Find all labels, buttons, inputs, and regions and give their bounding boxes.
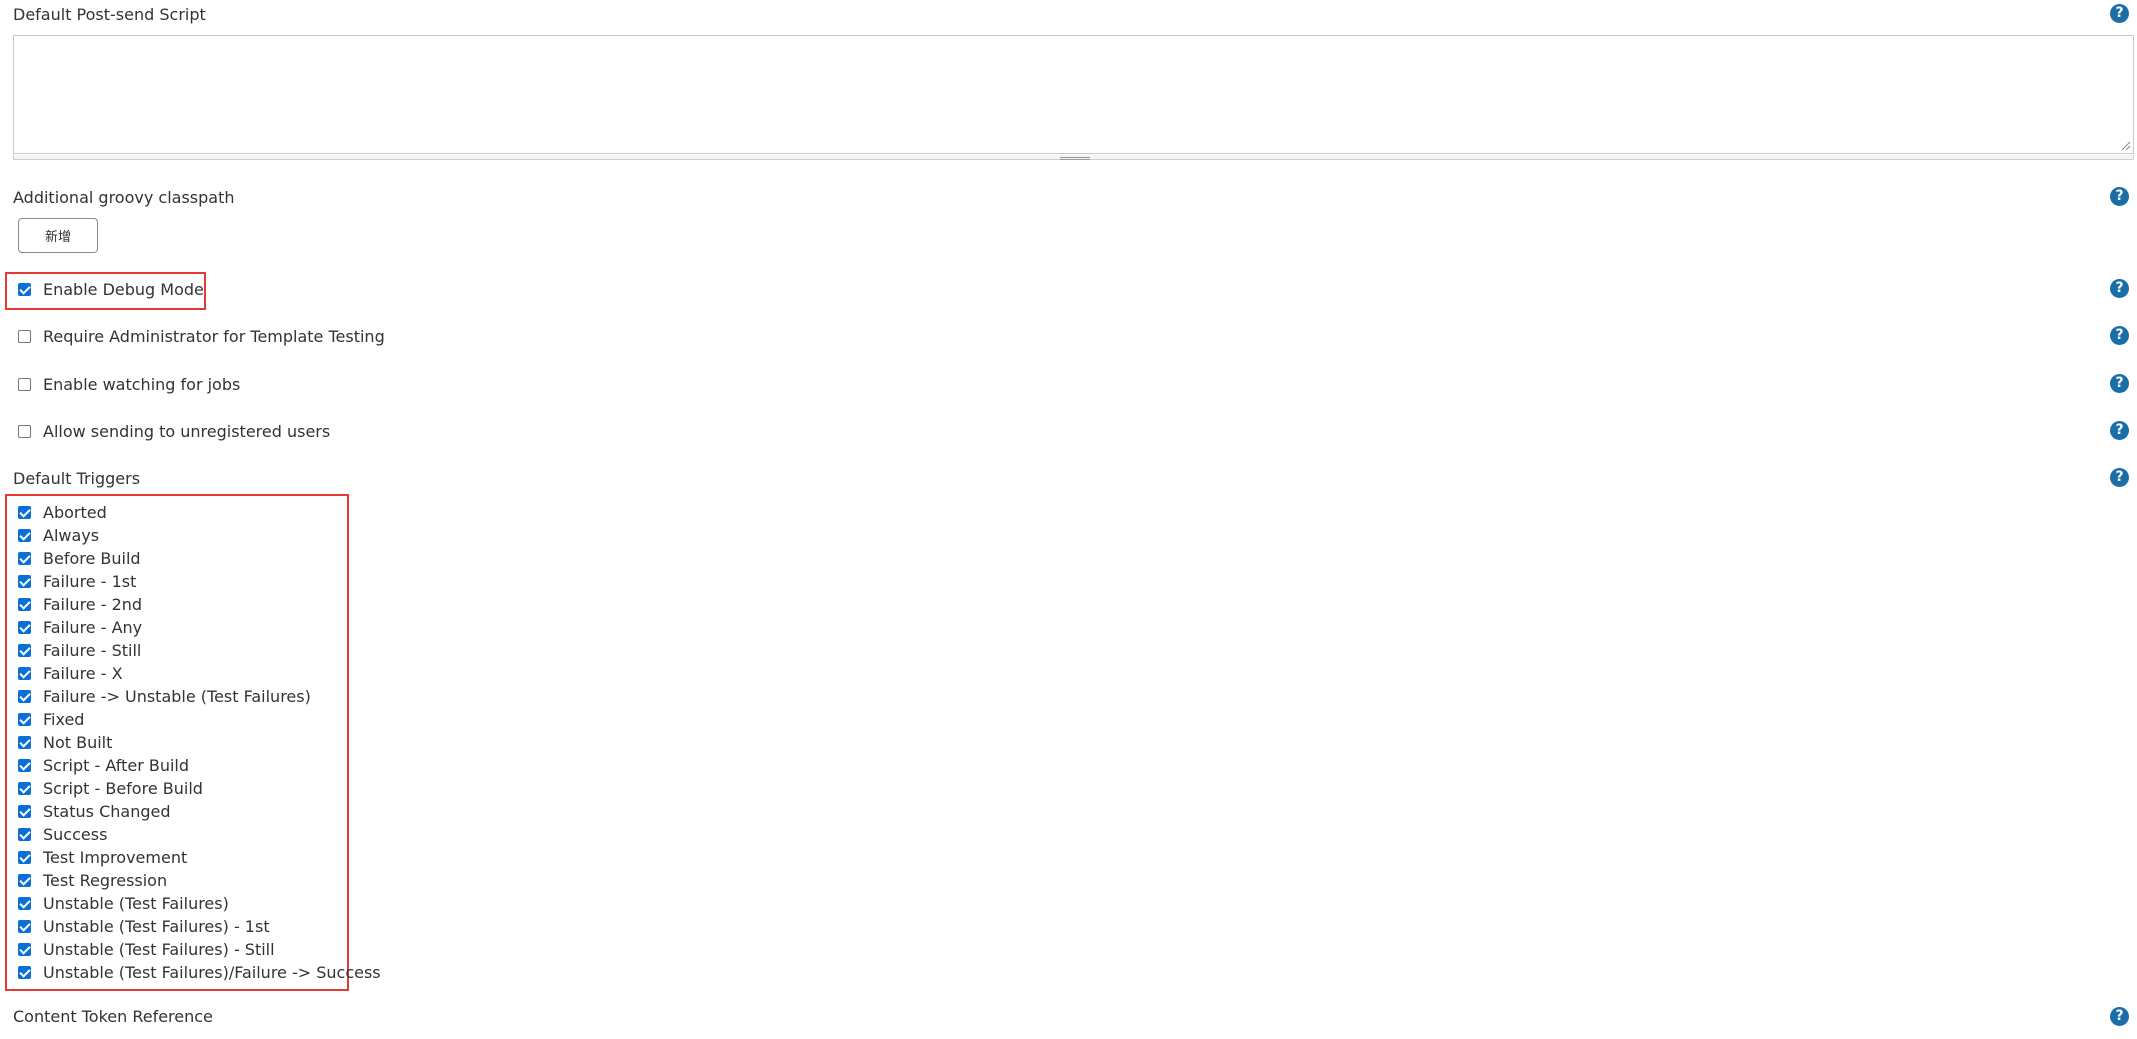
post-send-script-textarea[interactable]	[13, 35, 2134, 154]
trigger-label: Always	[43, 526, 100, 545]
trigger-checkbox[interactable]	[18, 897, 31, 910]
trigger-checkbox[interactable]	[18, 759, 31, 772]
trigger-label: Success	[43, 825, 108, 844]
resize-grip-icon[interactable]	[2121, 141, 2131, 151]
allow-unregistered-checkbox[interactable]	[18, 425, 31, 438]
trigger-checkbox[interactable]	[18, 966, 31, 979]
trigger-label: Unstable (Test Failures) - 1st	[43, 917, 270, 936]
trigger-label: Test Improvement	[43, 848, 188, 867]
option-label: Require Administrator for Template Testi…	[43, 327, 385, 346]
trigger-label: Failure - X	[43, 664, 123, 683]
help-icon[interactable]: ?	[2110, 421, 2129, 440]
trigger-checkbox[interactable]	[18, 736, 31, 749]
trigger-checkbox[interactable]	[18, 874, 31, 887]
trigger-checkbox[interactable]	[18, 667, 31, 680]
trigger-label: Script - Before Build	[43, 779, 203, 798]
help-icon[interactable]: ?	[2110, 468, 2129, 487]
resize-handle-icon[interactable]	[1060, 157, 1090, 160]
option-label: Enable watching for jobs	[43, 375, 241, 394]
trigger-label: Failure - 1st	[43, 572, 137, 591]
enable-watching-checkbox[interactable]	[18, 378, 31, 391]
trigger-checkbox[interactable]	[18, 851, 31, 864]
option-label: Enable Debug Mode	[43, 280, 204, 299]
trigger-checkbox[interactable]	[18, 644, 31, 657]
trigger-label: Unstable (Test Failures) - Still	[43, 940, 275, 959]
trigger-checkbox[interactable]	[18, 621, 31, 634]
default-triggers-label: Default Triggers	[13, 469, 141, 488]
trigger-checkbox[interactable]	[18, 943, 31, 956]
trigger-label: Failure - 2nd	[43, 595, 143, 614]
add-classpath-button[interactable]: 新增	[18, 218, 98, 253]
content-token-label: Content Token Reference	[13, 1007, 213, 1026]
trigger-label: Not Built	[43, 733, 113, 752]
option-label: Allow sending to unregistered users	[43, 422, 331, 441]
trigger-checkbox[interactable]	[18, 529, 31, 542]
post-send-script-label: Default Post-send Script	[13, 5, 206, 24]
debug-mode-checkbox[interactable]	[18, 283, 31, 296]
help-icon[interactable]: ?	[2110, 279, 2129, 298]
trigger-checkbox[interactable]	[18, 598, 31, 611]
help-icon[interactable]: ?	[2110, 1007, 2129, 1026]
trigger-checkbox[interactable]	[18, 828, 31, 841]
trigger-checkbox[interactable]	[18, 782, 31, 795]
help-icon[interactable]: ?	[2110, 326, 2129, 345]
trigger-checkbox[interactable]	[18, 506, 31, 519]
trigger-label: Unstable (Test Failures)/Failure -> Succ…	[43, 963, 381, 982]
require-admin-checkbox[interactable]	[18, 330, 31, 343]
trigger-label: Unstable (Test Failures)	[43, 894, 229, 913]
trigger-label: Failure - Still	[43, 641, 142, 660]
groovy-classpath-label: Additional groovy classpath	[13, 188, 235, 207]
trigger-label: Test Regression	[43, 871, 168, 890]
trigger-checkbox[interactable]	[18, 575, 31, 588]
trigger-checkbox[interactable]	[18, 552, 31, 565]
help-icon[interactable]: ?	[2110, 374, 2129, 393]
help-icon[interactable]: ?	[2110, 4, 2129, 23]
trigger-checkbox[interactable]	[18, 690, 31, 703]
trigger-label: Fixed	[43, 710, 85, 729]
help-icon[interactable]: ?	[2110, 187, 2129, 206]
trigger-checkbox[interactable]	[18, 805, 31, 818]
trigger-checkbox[interactable]	[18, 920, 31, 933]
trigger-label: Status Changed	[43, 802, 171, 821]
trigger-label: Aborted	[43, 503, 107, 522]
trigger-label: Before Build	[43, 549, 141, 568]
trigger-label: Script - After Build	[43, 756, 190, 775]
trigger-label: Failure - Any	[43, 618, 143, 637]
trigger-label: Failure -> Unstable (Test Failures)	[43, 687, 311, 706]
trigger-checkbox[interactable]	[18, 713, 31, 726]
